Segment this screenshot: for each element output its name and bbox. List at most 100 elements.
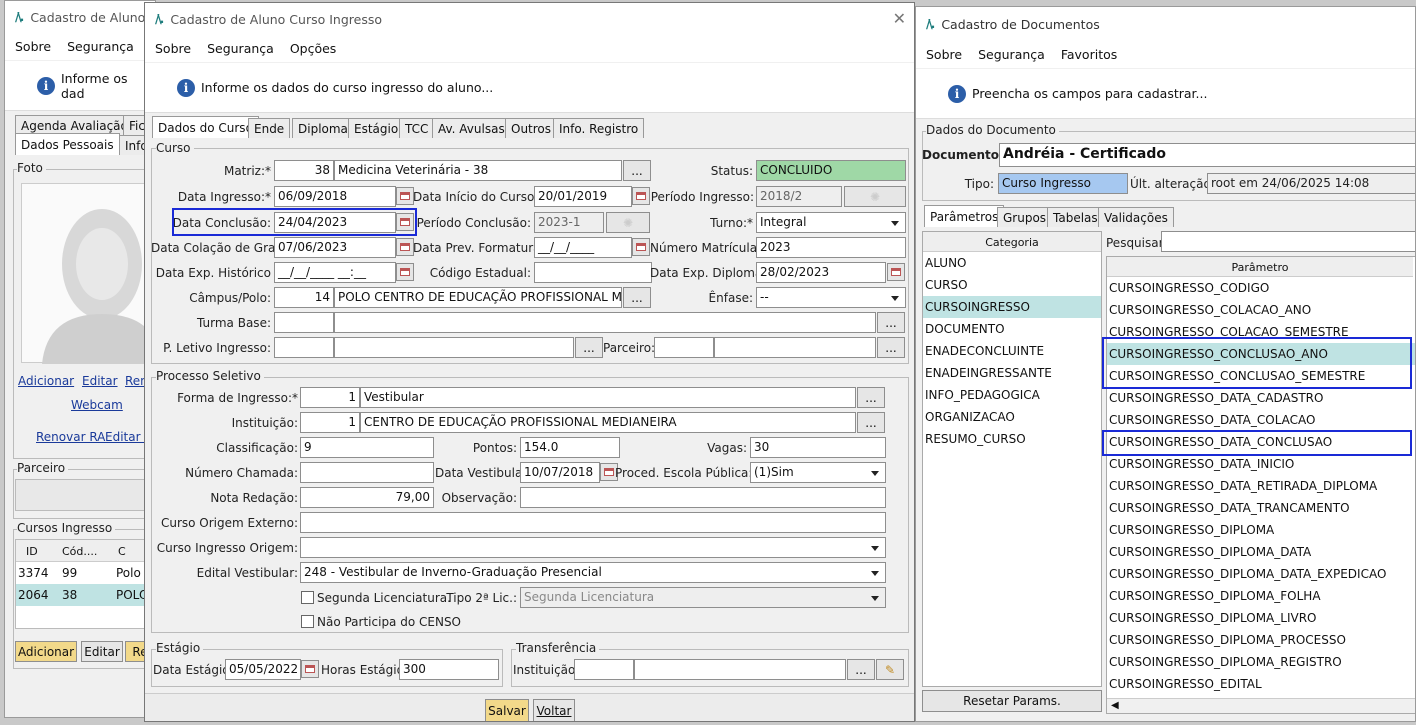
col-cod[interactable]: Cód....: [62, 545, 97, 558]
list-item[interactable]: CURSOINGRESSO_DATA_COLACAO: [1107, 409, 1415, 431]
list-item[interactable]: CURSOINGRESSO_DATA_TRANCAMENTO: [1107, 497, 1415, 519]
menu-sobre[interactable]: Sobre: [926, 47, 962, 62]
forma-ingresso-field[interactable]: Vestibular: [360, 387, 856, 408]
list-item[interactable]: ORGANIZACAO: [923, 406, 1101, 428]
campus-name-field[interactable]: POLO CENTRO DE EDUCAÇÃO PROFISSIONAL MED…: [334, 287, 622, 308]
curso-origem-externo-field[interactable]: [300, 512, 886, 533]
curso-ingresso-origem-select[interactable]: [300, 537, 886, 558]
edital-vestibular-select[interactable]: 248 - Vestibular de Inverno-Graduação Pr…: [300, 562, 886, 583]
observacao-field[interactable]: [520, 487, 886, 508]
enfase-select[interactable]: --: [756, 287, 906, 308]
calendar-icon[interactable]: [887, 263, 905, 281]
list-item[interactable]: CURSOINGRESSO_EDITAL: [1107, 673, 1415, 695]
tab-outros[interactable]: Outros: [505, 118, 558, 138]
categoria-header[interactable]: Categoria: [923, 232, 1101, 252]
list-item[interactable]: CURSO: [923, 274, 1101, 296]
data-exp-diploma-field[interactable]: 28/02/2023: [756, 262, 886, 283]
campus-code-field[interactable]: 14: [274, 287, 334, 308]
forma-ingresso-search-button[interactable]: ...: [857, 387, 885, 408]
pesquisar-input[interactable]: [1161, 231, 1415, 252]
list-item[interactable]: RESUMO_CURSO: [923, 428, 1101, 450]
tab-validacoes[interactable]: Validações: [1098, 207, 1174, 227]
resetar-params-button[interactable]: Resetar Params.: [922, 690, 1102, 712]
list-item[interactable]: CURSOINGRESSO_DIPLOMA_DATA_EXPEDICAO: [1107, 563, 1415, 585]
calendar-icon[interactable]: [396, 238, 414, 256]
turma-search-button[interactable]: ...: [877, 312, 905, 333]
tab-tabelas[interactable]: Tabelas: [1047, 207, 1104, 227]
horizontal-scrollbar[interactable]: ◀: [1107, 698, 1415, 713]
campus-search-button[interactable]: ...: [623, 287, 651, 308]
segunda-licenciatura-checkbox[interactable]: [301, 591, 314, 604]
escola-publica-select[interactable]: (1)Sim: [750, 462, 886, 483]
tab-dados-pessoais[interactable]: Dados Pessoais: [15, 133, 120, 155]
data-estagio-field[interactable]: 05/05/2022: [225, 659, 301, 680]
pontos-field[interactable]: 154.0: [520, 437, 620, 458]
numero-chamada-field[interactable]: [300, 462, 434, 483]
list-item[interactable]: CURSOINGRESSO_DIPLOMA_LIVRO: [1107, 607, 1415, 629]
data-ingresso-field[interactable]: 06/09/2018: [274, 186, 396, 207]
periodo-letivo-name-field[interactable]: [334, 337, 574, 358]
parametro-header[interactable]: Parâmetro: [1107, 257, 1413, 277]
tab-agenda-avaliacao[interactable]: Agenda Avaliação: [15, 115, 134, 135]
menu-sobre[interactable]: Sobre: [155, 41, 191, 56]
adicionar-button[interactable]: Adicionar: [15, 641, 77, 662]
vagas-field[interactable]: 30: [750, 437, 886, 458]
tab-ende[interactable]: Ende: [248, 118, 291, 138]
adicionar-link[interactable]: Adicionar: [18, 374, 74, 388]
parceiro-code-field[interactable]: [654, 337, 714, 358]
table-row[interactable]: 3374 99 Polo I: [16, 562, 155, 584]
tipo-field[interactable]: Curso Ingresso: [998, 173, 1128, 194]
numero-matricula-field[interactable]: 2023: [756, 237, 906, 258]
scroll-left-icon[interactable]: ◀: [1111, 700, 1119, 711]
list-item[interactable]: CURSOINGRESSO_DIPLOMA_REGISTRO: [1107, 651, 1415, 673]
list-item[interactable]: INFO_PEDAGOGICA: [923, 384, 1101, 406]
list-item[interactable]: ENADECONCLUINTE: [923, 340, 1101, 362]
calendar-icon[interactable]: [632, 238, 650, 256]
gear-icon[interactable]: ✺: [844, 186, 906, 207]
data-prev-formatura-field[interactable]: __/__/____: [534, 237, 632, 258]
parceiro-name-field[interactable]: [714, 337, 876, 358]
data-colacao-field[interactable]: 07/06/2023: [274, 237, 396, 258]
list-item[interactable]: DOCUMENTO: [923, 318, 1101, 340]
edit-pencil-icon[interactable]: ✎: [876, 659, 904, 680]
salvar-button[interactable]: Salvar: [485, 699, 529, 721]
nao-participa-censo-checkbox[interactable]: [301, 615, 314, 628]
table-row[interactable]: 2064 38 POLO: [16, 584, 155, 606]
gear-icon[interactable]: ✺: [606, 212, 650, 233]
list-item[interactable]: CURSOINGRESSO_DATA_CADASTRO: [1107, 387, 1415, 409]
tab-parametros[interactable]: Parâmetros: [924, 205, 1005, 227]
renovar-ra-link[interactable]: Renovar RA: [36, 430, 105, 444]
close-icon[interactable]: ✕: [893, 9, 906, 28]
matriz-name-field[interactable]: Medicina Veterinária - 38: [334, 160, 622, 181]
nota-redacao-field[interactable]: 79,00: [300, 487, 434, 508]
codigo-estadual-field[interactable]: [534, 262, 652, 283]
tab-diploma[interactable]: Diploma: [292, 118, 354, 138]
tab-info-registro[interactable]: Info. Registro: [553, 118, 645, 138]
turma-base-name-field[interactable]: [334, 312, 876, 333]
menu-seguranca[interactable]: Segurança: [67, 39, 134, 54]
list-item[interactable]: CURSOINGRESSO_DIPLOMA_FOLHA: [1107, 585, 1415, 607]
webcam-link[interactable]: Webcam: [71, 398, 123, 412]
list-item[interactable]: CURSOINGRESSO_DATA_RETIRADA_DIPLOMA: [1107, 475, 1415, 497]
list-item[interactable]: CURSOINGRESSO_DATA_INICIO: [1107, 453, 1415, 475]
matriz-code-field[interactable]: 38: [274, 160, 334, 181]
list-item[interactable]: ALUNO: [923, 252, 1101, 274]
menu-opcoes[interactable]: Opções: [290, 41, 337, 56]
calendar-icon[interactable]: [632, 187, 650, 205]
editar-link[interactable]: Editar: [82, 374, 118, 388]
col-id[interactable]: ID: [26, 545, 38, 558]
data-inicio-field[interactable]: 20/01/2019: [534, 186, 632, 207]
data-vestibular-field[interactable]: 10/07/2018: [520, 462, 600, 483]
transferencia-name-field[interactable]: [634, 659, 846, 680]
menu-seguranca[interactable]: Segurança: [978, 47, 1045, 62]
classificacao-field[interactable]: 9: [300, 437, 434, 458]
tab-tcc[interactable]: TCC: [399, 118, 435, 138]
calendar-icon[interactable]: [396, 187, 414, 205]
parceiro-search-button[interactable]: ...: [877, 337, 905, 358]
matriz-search-button[interactable]: ...: [623, 160, 651, 181]
list-item[interactable]: CURSOINGRESSO_DIPLOMA_DATA: [1107, 541, 1415, 563]
transferencia-code-field[interactable]: [574, 659, 634, 680]
calendar-icon[interactable]: [301, 660, 319, 678]
list-item[interactable]: CURSOINGRESSO_COLACAO_ANO: [1107, 299, 1415, 321]
data-exp-historico-field[interactable]: __/__/____ __:__: [274, 262, 396, 283]
